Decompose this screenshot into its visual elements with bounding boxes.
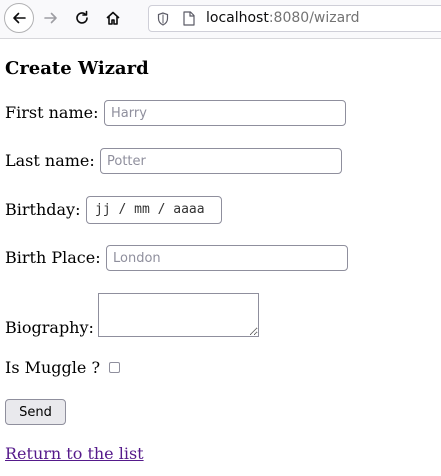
birthday-label: Birthday: (5, 200, 81, 219)
home-icon (106, 11, 120, 25)
url-host: localhost (206, 10, 269, 26)
reload-icon (76, 10, 88, 24)
address-bar[interactable]: localhost:8080/wizard (148, 5, 441, 32)
last-name-label: Last name: (5, 151, 95, 170)
forward-button[interactable] (37, 4, 65, 32)
send-button[interactable]: Send (5, 399, 66, 425)
first-name-input[interactable] (104, 100, 346, 126)
browser-toolbar: localhost:8080/wizard (0, 0, 441, 39)
birth-place-input[interactable] (106, 245, 348, 271)
home-button[interactable] (99, 4, 127, 32)
first-name-label: First name: (5, 103, 99, 122)
arrow-right-icon (44, 12, 57, 24)
return-to-list-link[interactable]: Return to the list (5, 444, 144, 463)
shield-icon (157, 12, 169, 26)
arrow-left-icon (13, 12, 26, 24)
is-muggle-checkbox[interactable] (109, 362, 120, 373)
birth-place-label: Birth Place: (5, 248, 101, 267)
biography-label: Biography: (5, 318, 94, 337)
reload-button[interactable] (68, 4, 96, 32)
last-name-input[interactable] (100, 148, 342, 174)
birthday-date-input[interactable]: jj / mm / aaaa (86, 196, 222, 224)
is-muggle-label: Is Muggle ? (5, 358, 101, 377)
back-button[interactable] (4, 3, 34, 33)
url-path: :8080/wizard (268, 10, 360, 26)
url-text: localhost:8080/wizard (206, 10, 360, 26)
page-icon (183, 11, 195, 26)
biography-textarea[interactable] (98, 293, 259, 337)
page-title: Create Wizard (5, 58, 149, 79)
